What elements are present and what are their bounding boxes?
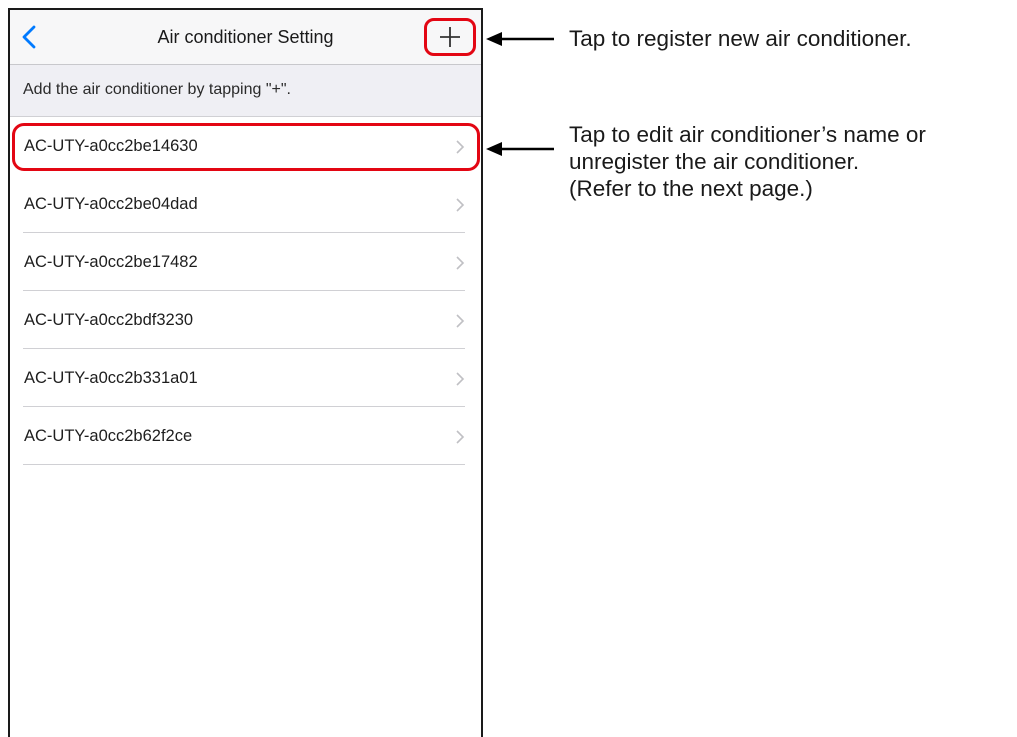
chevron-left-icon bbox=[22, 25, 36, 49]
phone-screen: Air conditioner Setting Add the air cond… bbox=[8, 8, 483, 737]
add-button[interactable] bbox=[424, 18, 476, 56]
device-name: AC-UTY-a0cc2be14630 bbox=[24, 137, 198, 155]
back-button[interactable] bbox=[14, 20, 44, 54]
list-item[interactable]: AC-UTY-a0cc2be04dad bbox=[10, 175, 481, 233]
chevron-right-icon bbox=[456, 372, 465, 386]
annotation-edit: Tap to edit air conditioner’s name or un… bbox=[569, 121, 926, 202]
arrow-left-icon bbox=[486, 32, 554, 46]
chevron-right-icon bbox=[456, 198, 465, 212]
annotation-add-text: Tap to register new air conditioner. bbox=[569, 26, 912, 51]
annotation-edit-line-1: Tap to edit air conditioner’s name or bbox=[569, 122, 926, 147]
device-name: AC-UTY-a0cc2bdf3230 bbox=[24, 311, 194, 329]
arrow-left-icon bbox=[486, 142, 554, 156]
annotation-edit-line-3: (Refer to the next page.) bbox=[569, 176, 813, 201]
list-item[interactable]: AC-UTY-a0cc2bdf3230 bbox=[10, 291, 481, 349]
chevron-right-icon bbox=[456, 256, 465, 270]
plus-icon bbox=[440, 27, 460, 47]
divider bbox=[23, 464, 465, 465]
hint-text: Add the air conditioner by tapping "+". bbox=[10, 65, 481, 117]
page-title: Air conditioner Setting bbox=[157, 27, 334, 47]
list-item[interactable]: AC-UTY-a0cc2b331a01 bbox=[10, 349, 481, 407]
list-item[interactable]: AC-UTY-a0cc2b62f2ce bbox=[10, 407, 481, 465]
navigation-bar: Air conditioner Setting bbox=[10, 10, 481, 65]
list-item[interactable]: AC-UTY-a0cc2be14630 bbox=[10, 117, 481, 175]
chevron-right-icon bbox=[456, 140, 465, 154]
page: Air conditioner Setting Add the air cond… bbox=[0, 0, 1017, 737]
device-name: AC-UTY-a0cc2be17482 bbox=[24, 253, 198, 271]
device-name: AC-UTY-a0cc2b62f2ce bbox=[24, 427, 193, 445]
chevron-right-icon bbox=[456, 314, 465, 328]
annotation-add: Tap to register new air conditioner. bbox=[569, 25, 912, 52]
chevron-right-icon bbox=[456, 430, 465, 444]
device-name: AC-UTY-a0cc2b331a01 bbox=[24, 369, 198, 387]
device-name: AC-UTY-a0cc2be04dad bbox=[24, 195, 198, 213]
annotation-edit-line-2: unregister the air conditioner. bbox=[569, 149, 860, 174]
list-item[interactable]: AC-UTY-a0cc2be17482 bbox=[10, 233, 481, 291]
device-list: AC-UTY-a0cc2be14630 AC-UTY-a0cc2be04dad … bbox=[10, 117, 481, 465]
